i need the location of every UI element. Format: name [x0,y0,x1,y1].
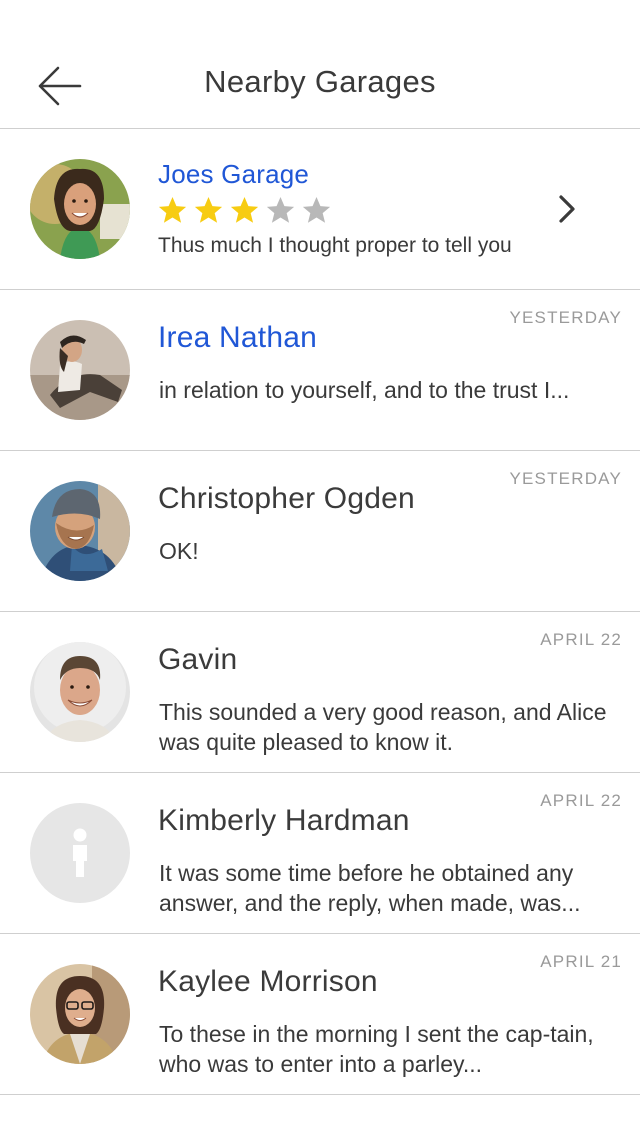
app-header: Nearby Garages [0,0,640,129]
chevron-right-icon[interactable] [556,192,580,226]
contact-name[interactable]: Gavin [158,643,237,677]
message-preview: It was some time before he obtained any … [159,860,581,916]
star-filled-icon [194,197,223,223]
star-filled-icon [230,197,259,223]
star-empty-icon [302,197,331,223]
message-preview: in relation to yourself, and to the trus… [159,377,570,403]
message-list-item[interactable]: APRIL 21 Kaylee Morrison To these in the… [0,934,640,1095]
contact-name[interactable]: Irea Nathan [158,321,317,355]
message-date: YESTERDAY [509,469,622,488]
page-title: Nearby Garages [204,64,436,99]
message-list-item[interactable]: YESTERDAY Irea Nathan in relation to you… [0,290,640,451]
message-date: YESTERDAY [509,308,622,327]
message-date: APRIL 22 [540,791,622,810]
message-list-item[interactable]: YESTERDAY Christopher Ogden OK! [0,451,640,612]
star-empty-icon [266,197,295,223]
avatar [30,159,130,259]
avatar-placeholder [30,803,130,903]
message-list-item[interactable]: APRIL 22 Gavin This sounded a very good … [0,612,640,773]
message-preview: To these in the morning I sent the cap-t… [159,1021,594,1077]
contact-name[interactable]: Kaylee Morrison [158,965,378,999]
garage-list: Joes Garage Thus much I thought proper t… [0,129,640,1095]
star-filled-icon [158,197,187,223]
message-date: APRIL 22 [540,630,622,649]
avatar [30,481,130,581]
message-date: APRIL 21 [540,952,622,971]
avatar [30,964,130,1064]
garage-name[interactable]: Joes Garage [158,159,309,190]
message-list-item[interactable]: APRIL 22 Kimberly Hardman It was some ti… [0,773,640,934]
avatar [30,642,130,742]
message-preview: OK! [159,538,199,564]
person-placeholder-icon [30,803,130,903]
contact-name[interactable]: Christopher Ogden [158,482,415,516]
avatar [30,320,130,420]
star-rating [157,196,332,225]
garage-description: Thus much I thought proper to tell you [158,234,512,257]
contact-name[interactable]: Kimberly Hardman [158,804,410,838]
garage-list-item[interactable]: Joes Garage Thus much I thought proper t… [0,129,640,290]
message-preview: This sounded a very good reason, and Ali… [159,699,607,755]
